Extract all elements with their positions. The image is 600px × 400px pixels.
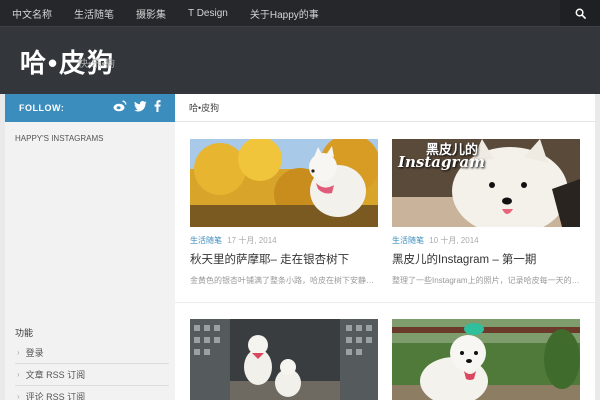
- nav-item-photo-collection[interactable]: 摄影集: [124, 6, 166, 21]
- search-button[interactable]: [560, 0, 600, 26]
- thumbnail-overlay-brand: Instagram: [398, 153, 485, 171]
- meta-link-posts-rss[interactable]: › 文章 RSS 订阅: [15, 364, 169, 386]
- sidebar: FOLLOW: HAPPY'S INSTAGRAMS 功能 › 登录 › 文章 …: [5, 94, 175, 400]
- post-category[interactable]: 生活随笔: [190, 236, 222, 245]
- post-thumbnail[interactable]: [190, 139, 378, 227]
- meta-heading: 功能: [15, 328, 34, 338]
- meta-link-label: 评论 RSS 订阅: [25, 392, 86, 400]
- post-thumbnail[interactable]: 黑皮儿的 Instagram: [392, 139, 580, 227]
- nav-item-life-notes[interactable]: 生活随笔: [62, 6, 114, 21]
- instagram-widget-title: HAPPY'S INSTAGRAMS: [15, 134, 104, 143]
- post-excerpt: 金黄色的银杏叶铺满了整条小路，哈皮在树下安静地坐着，阳光透过树叶洒在它身上…: [190, 276, 378, 285]
- meta-link-login[interactable]: › 登录: [15, 342, 169, 364]
- chevron-right-icon: ›: [17, 370, 20, 379]
- site-description: 快•乐•狗: [78, 59, 116, 70]
- site-header: 哈•皮狗 快•乐•狗: [0, 26, 600, 94]
- nav-item-t-design[interactable]: T Design: [176, 8, 228, 19]
- follow-label: FOLLOW:: [19, 103, 65, 113]
- post-category[interactable]: 生活随笔: [392, 236, 424, 245]
- post-card: 黑皮儿的 Instagram 生活随笔 10 十月, 2014 黑皮儿的Inst…: [392, 139, 580, 286]
- post-thumbnail[interactable]: [190, 319, 378, 400]
- post-meta: 生活随笔 10 十月, 2014: [392, 235, 580, 246]
- nav-item-chinese-name[interactable]: 中文名称: [0, 6, 52, 21]
- post-card: [392, 319, 580, 400]
- weibo-icon[interactable]: [113, 100, 127, 112]
- post-card: 生活随笔 17 十月, 2014 秋天里的萨摩耶– 走在银杏树下 金黄色的银杏叶…: [190, 139, 378, 286]
- post-title[interactable]: 黑皮儿的Instagram – 第一期: [392, 251, 580, 267]
- post-meta: 生活随笔 17 十月, 2014: [190, 235, 378, 246]
- post-title[interactable]: 秋天里的萨摩耶– 走在银杏树下: [190, 251, 378, 267]
- post-thumbnail[interactable]: [392, 319, 580, 400]
- post-card: [190, 319, 378, 400]
- chevron-right-icon: ›: [17, 392, 20, 400]
- meta-link-label: 登录: [25, 348, 44, 358]
- nav-item-about-happy[interactable]: 关于Happy的事: [238, 6, 319, 21]
- facebook-icon[interactable]: [154, 100, 161, 112]
- social-links: [113, 100, 161, 112]
- main-content: 哈•皮狗 生活随笔 17 十月, 2014 秋天里的萨摩耶– 走在银杏树下 金黄…: [175, 94, 595, 400]
- row-divider: [175, 302, 595, 303]
- top-nav: 中文名称 生活随笔 摄影集 T Design 关于Happy的事: [0, 0, 600, 26]
- post-date: 10 十月, 2014: [429, 236, 479, 245]
- follow-bar: FOLLOW:: [5, 94, 175, 122]
- chevron-right-icon: ›: [17, 348, 20, 357]
- twitter-icon[interactable]: [134, 100, 147, 112]
- meta-links: › 登录 › 文章 RSS 订阅 › 评论 RSS 订阅: [15, 342, 169, 400]
- search-icon: [575, 8, 586, 19]
- breadcrumb: 哈•皮狗: [175, 94, 595, 122]
- meta-link-label: 文章 RSS 订阅: [25, 370, 86, 380]
- meta-link-comments-rss[interactable]: › 评论 RSS 订阅: [15, 386, 169, 400]
- post-excerpt: 整理了一些Instagram上的照片，记录哈皮每一天的快乐生活，欢迎关注In…: [392, 276, 580, 285]
- post-date: 17 十月, 2014: [227, 236, 277, 245]
